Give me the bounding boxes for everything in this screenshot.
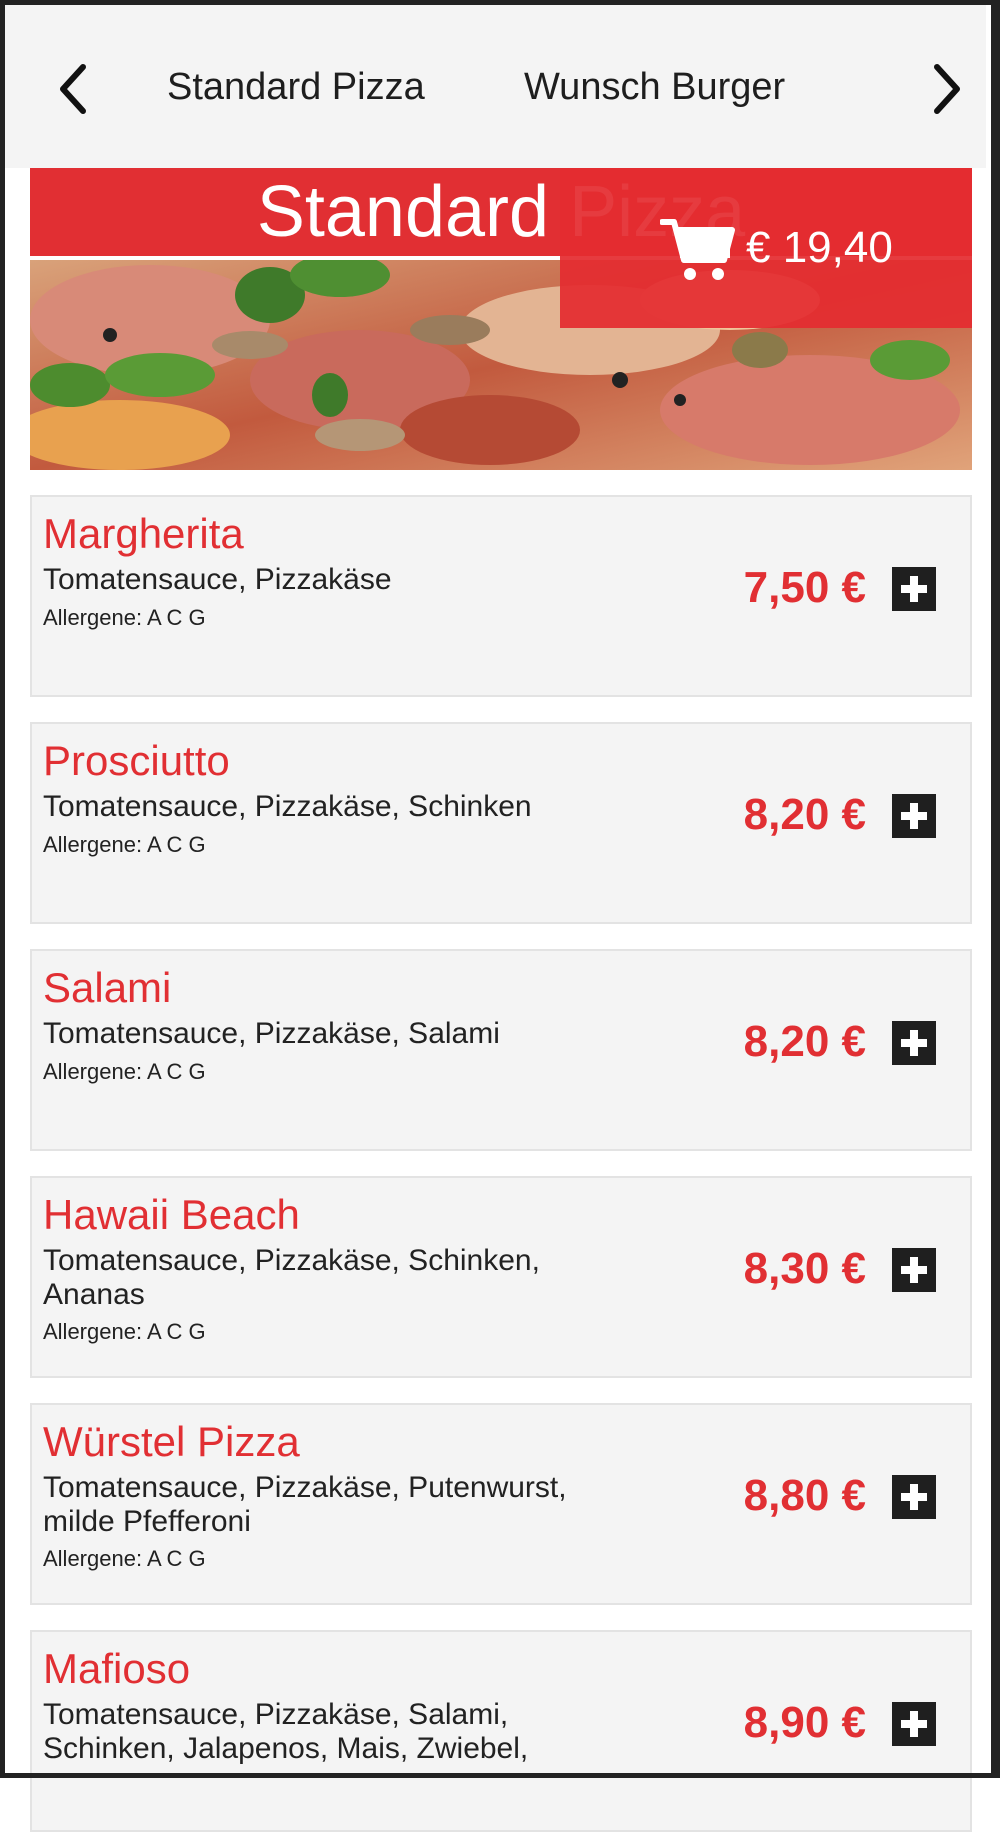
item-allergens: Allergene: A C G <box>43 605 206 630</box>
cart-button[interactable]: € 19,40 <box>560 168 972 328</box>
chevron-right-icon[interactable] <box>917 49 977 129</box>
menu-item-mafioso: Mafioso Tomatensauce, Pizzakäse, Salami,… <box>30 1630 972 1832</box>
item-description: Tomatensauce, Pizzakäse, Putenwurst, mil… <box>43 1471 567 1538</box>
category-navigation: Standard Pizza Wunsch Burger <box>5 5 986 168</box>
plus-icon[interactable] <box>892 794 936 838</box>
item-allergens: Allergene: A C G <box>43 1319 206 1344</box>
item-name: Hawaii Beach <box>43 1191 300 1238</box>
plus-icon[interactable] <box>892 1702 936 1746</box>
menu-item-wuerstel-pizza: Würstel Pizza Tomatensauce, Pizzakäse, P… <box>30 1403 972 1605</box>
item-price: 8,20 € <box>743 790 866 839</box>
item-price: 8,80 € <box>743 1471 866 1520</box>
chevron-left-icon[interactable] <box>43 49 103 129</box>
category-banner: Standard Pizza € 19,40 <box>30 168 972 470</box>
item-name: Salami <box>43 964 172 1011</box>
plus-icon[interactable] <box>892 1248 936 1292</box>
plus-icon[interactable] <box>892 567 936 611</box>
item-name: Mafioso <box>43 1645 191 1692</box>
item-description: Tomatensauce, Pizzakäse, Schinken <box>43 790 532 823</box>
plus-icon[interactable] <box>892 1021 936 1065</box>
item-allergens: Allergene: A C G <box>43 1059 206 1084</box>
shopping-cart-icon <box>660 219 735 280</box>
item-allergens: Allergene: A C G <box>43 832 206 857</box>
menu-item-prosciutto: Prosciutto Tomatensauce, Pizzakäse, Schi… <box>30 722 972 924</box>
item-description: Tomatensauce, Pizzakäse <box>43 563 392 596</box>
item-allergens: Allergene: A C G <box>43 1546 206 1571</box>
item-price: 8,30 € <box>743 1244 866 1293</box>
tab-standard-pizza[interactable]: Standard Pizza <box>167 63 425 111</box>
item-description: Tomatensauce, Pizzakäse, Schinken, Anana… <box>43 1244 540 1311</box>
menu-item-margherita: Margherita Tomatensauce, Pizzakäse Aller… <box>30 495 972 697</box>
item-price: 8,90 € <box>743 1698 866 1747</box>
item-description: Tomatensauce, Pizzakäse, Salami, Schinke… <box>43 1698 529 1765</box>
plus-icon[interactable] <box>892 1475 936 1519</box>
item-name: Würstel Pizza <box>43 1418 300 1465</box>
item-price: 8,20 € <box>743 1017 866 1066</box>
tab-wunsch-burger[interactable]: Wunsch Burger <box>524 63 785 111</box>
item-description: Tomatensauce, Pizzakäse, Salami <box>43 1017 500 1050</box>
item-name: Prosciutto <box>43 737 230 784</box>
item-price: 7,50 € <box>743 563 866 612</box>
menu-item-hawaii-beach: Hawaii Beach Tomatensauce, Pizzakäse, Sc… <box>30 1176 972 1378</box>
cart-total: € 19,40 <box>746 223 893 272</box>
item-name: Margherita <box>43 510 244 557</box>
menu-item-salami: Salami Tomatensauce, Pizzakäse, Salami A… <box>30 949 972 1151</box>
